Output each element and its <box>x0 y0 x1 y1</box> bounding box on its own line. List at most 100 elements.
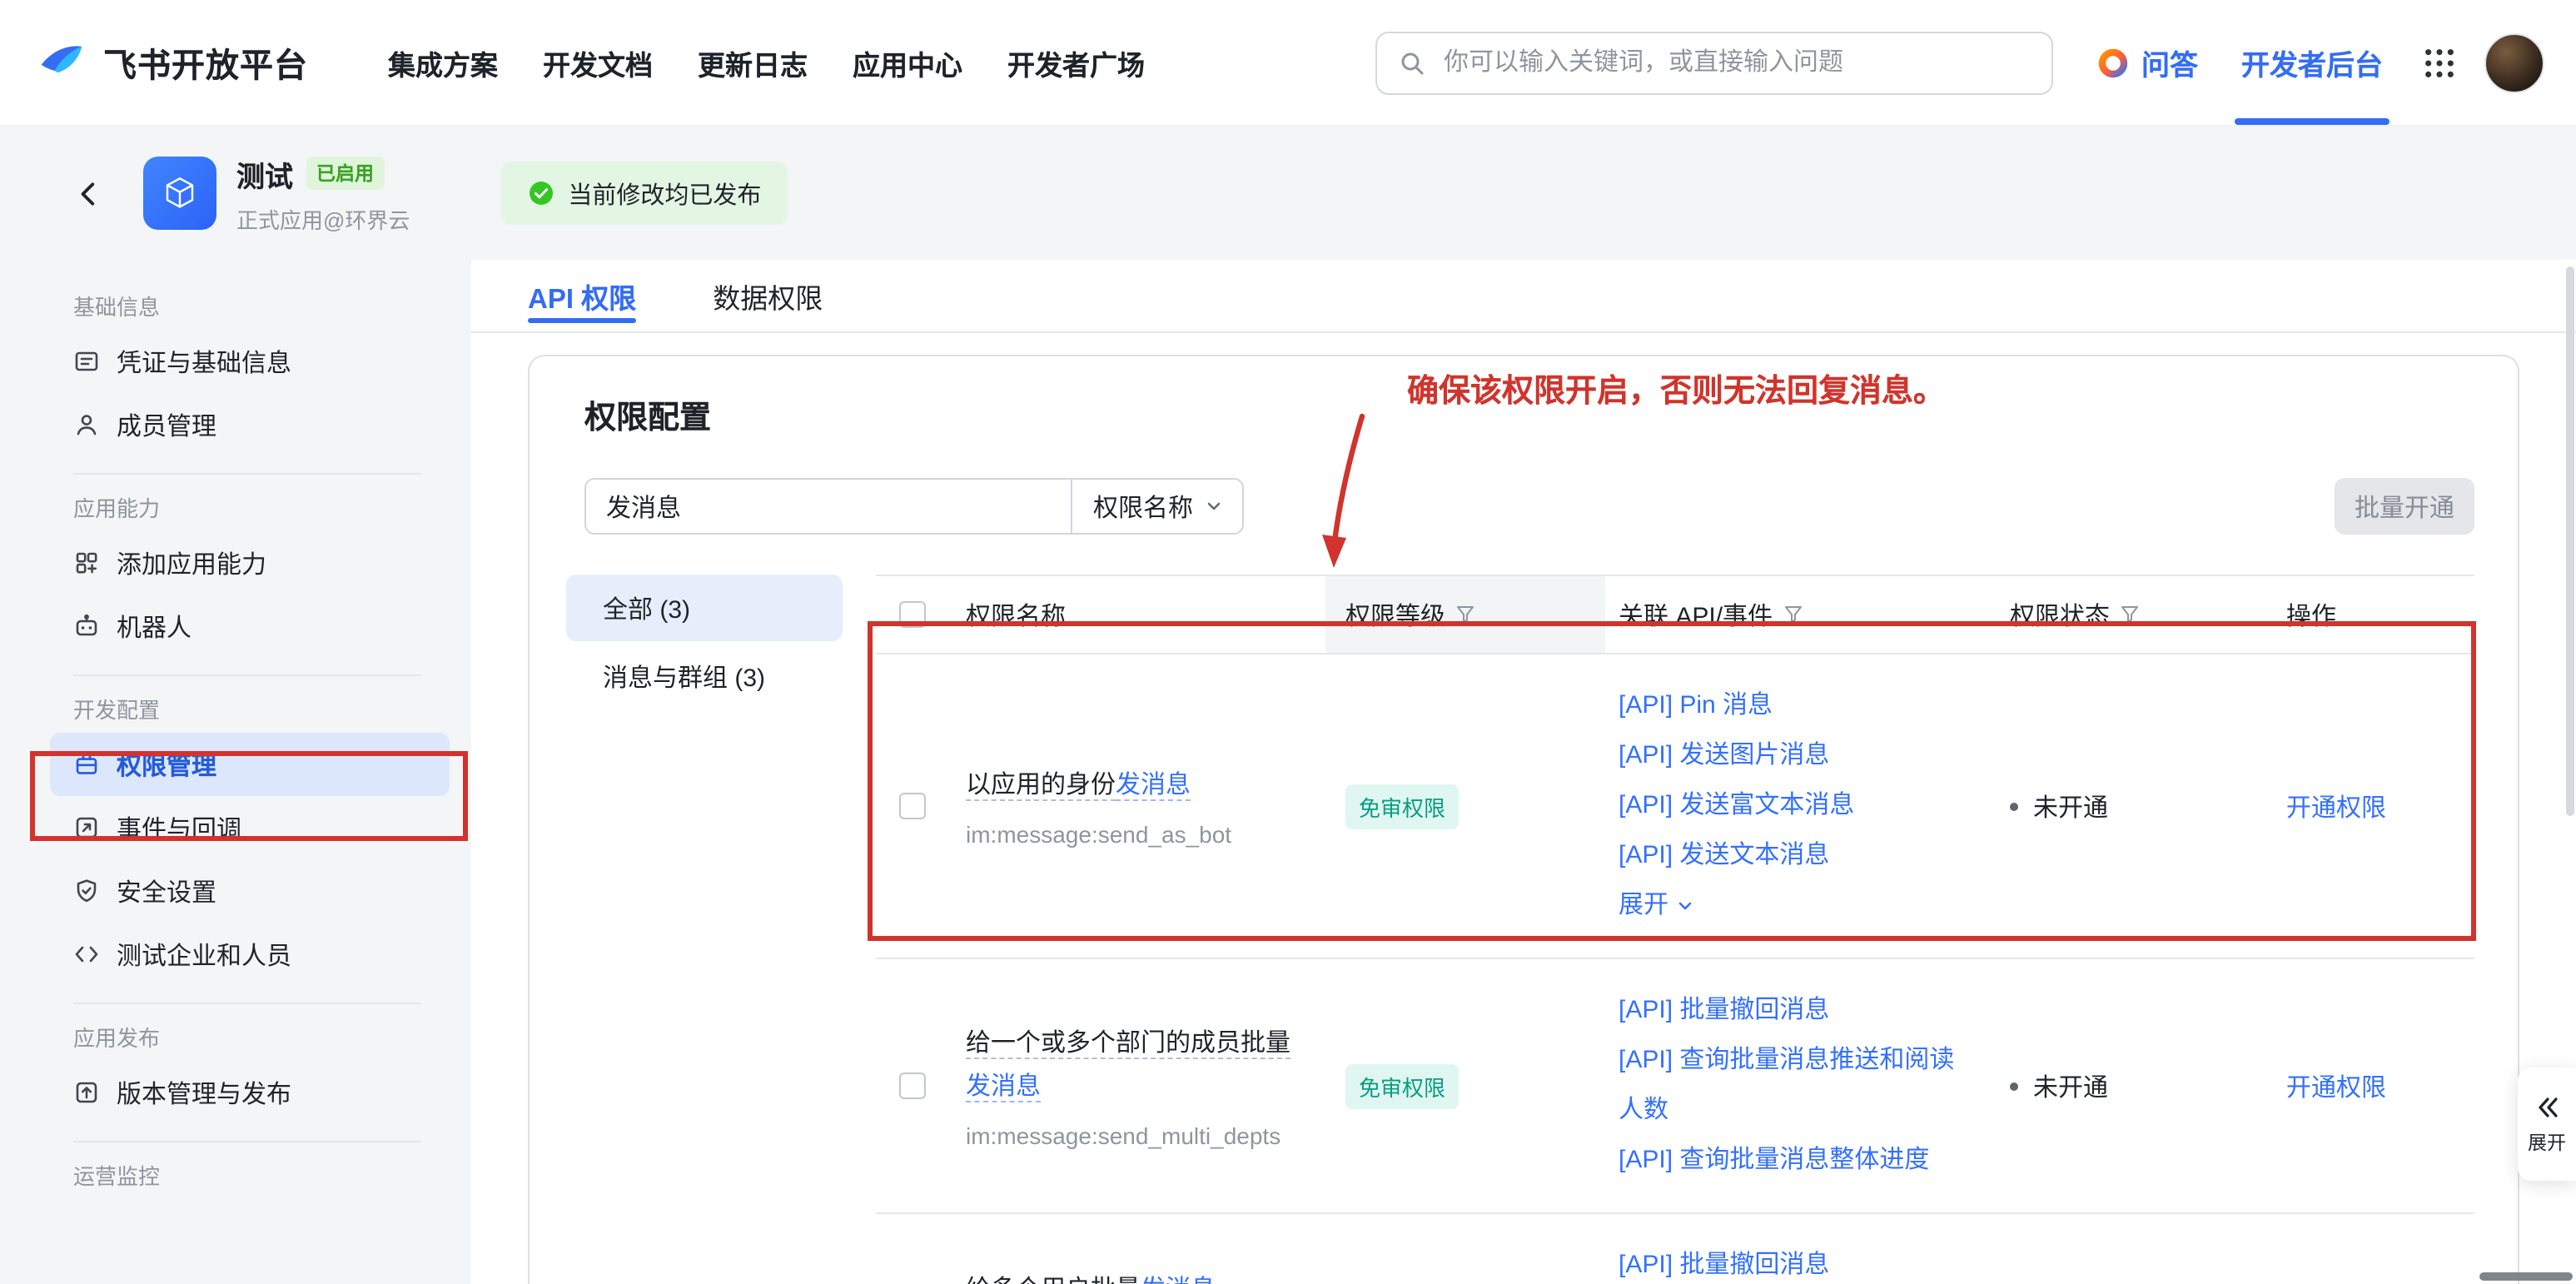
category-list: 全部 (3) 消息与群组 (3) <box>566 575 843 1284</box>
nav-item-docs[interactable]: 开发文档 <box>543 42 653 82</box>
category-message-group[interactable]: 消息与群组 (3) <box>566 643 843 709</box>
related-apis-cell: [API] Pin 消息 [API] 发送图片消息 [API] 发送富文本消息 … <box>1605 681 1997 931</box>
sidebar-item-security[interactable]: 安全设置 <box>50 859 450 923</box>
status-text: 未开通 <box>2033 789 2108 824</box>
enabled-status-badge: 已启用 <box>306 157 384 190</box>
double-chevron-left-icon <box>2534 1093 2560 1120</box>
sidebar-item-bot[interactable]: 机器人 <box>50 595 450 658</box>
permission-level-cell: 免审权限 <box>1325 784 1605 829</box>
horizontal-scrollbar[interactable] <box>2479 1272 2573 1281</box>
sidebar-item-events[interactable]: 事件与回调 <box>50 796 450 859</box>
sidebar-item-credentials[interactable]: 凭证与基础信息 <box>50 330 450 393</box>
column-header-action: 操作 <box>2266 576 2474 653</box>
qa-link[interactable]: 问答 <box>2096 42 2198 83</box>
status-dot <box>2010 1082 2018 1090</box>
sidebar-item-test-org[interactable]: 测试企业和人员 <box>50 923 450 986</box>
sidebar-item-label: 事件与回调 <box>117 810 241 845</box>
permission-search-input[interactable] <box>586 480 1071 533</box>
category-all[interactable]: 全部 (3) <box>566 575 843 641</box>
related-apis-cell: [API] 批量撤回消息 [API] 查询批量消息推送和阅读人数 [API] 查… <box>1605 986 1997 1186</box>
events-callback-icon <box>73 814 100 841</box>
app-name: 测试 <box>236 152 293 194</box>
sidebar-item-label: 测试企业和人员 <box>117 937 291 972</box>
top-navbar: 飞书开放平台 集成方案 开发文档 更新日志 应用中心 开发者广场 <box>0 0 2576 127</box>
batch-enable-button[interactable]: 批量开通 <box>2335 478 2474 535</box>
api-link[interactable]: [API] 查询批量消息整体进度 <box>1619 1136 1973 1186</box>
api-link[interactable]: [API] 发送文本消息 <box>1619 831 1973 881</box>
toolbar: 权限名称 批量开通 <box>584 478 2474 535</box>
search-field-select[interactable]: 权限名称 <box>1071 480 1242 533</box>
filter-icon[interactable] <box>2120 605 2140 625</box>
code-brackets-icon <box>73 941 100 968</box>
vertical-scrollbar[interactable] <box>2566 266 2574 816</box>
permission-name-link[interactable]: 发消息 <box>1116 771 1191 801</box>
permission-name-cell: 以应用的身份发消息 im:message:send_as_bot <box>946 764 1325 848</box>
permission-body: 全部 (3) 消息与群组 (3) 权限名称 权限等级 <box>566 575 2474 1284</box>
sidebar-divider <box>73 1003 421 1004</box>
row-checkbox[interactable] <box>899 1072 926 1099</box>
members-icon <box>73 411 100 438</box>
permission-name: 给多个用户批量 <box>966 1276 1141 1284</box>
developer-console-link[interactable]: 开发者后台 <box>2241 42 2383 83</box>
permission-search-combo: 权限名称 <box>584 478 1244 535</box>
bot-icon <box>73 613 100 640</box>
row-checkbox[interactable] <box>899 793 926 819</box>
api-link[interactable]: [API] 批量撤回消息 <box>1619 1241 1973 1284</box>
permission-status-cell: 未开通 <box>1997 789 2266 824</box>
main-content: API 权限 数据权限 权限配置 权限名称 批量开 <box>471 260 2576 1284</box>
qa-label: 问答 <box>2141 42 2198 83</box>
sidebar-item-permissions[interactable]: 权限管理 <box>50 733 450 796</box>
related-apis-cell: [API] 批量撤回消息 [API] 查询批量消息推送和阅读 <box>1605 1241 1997 1284</box>
back-button[interactable] <box>75 179 103 207</box>
tab-api-permissions[interactable]: API 权限 <box>528 276 636 331</box>
global-search[interactable] <box>1375 31 2053 94</box>
publish-up-icon <box>73 1079 100 1106</box>
permission-name-link[interactable]: 发消息 <box>1141 1276 1216 1284</box>
api-link[interactable]: [API] 发送富文本消息 <box>1619 781 1973 831</box>
expand-apis-link[interactable]: 展开 <box>1619 881 1973 931</box>
nav-item-app-center[interactable]: 应用中心 <box>853 42 962 82</box>
filter-icon[interactable] <box>1455 605 1475 625</box>
sidebar-section-monitoring: 运营监控 <box>50 1162 450 1192</box>
select-all-checkbox[interactable] <box>899 601 926 628</box>
sidebar-divider <box>73 1141 421 1142</box>
permission-name-cell: 给一个或多个部门的成员批量发消息 im:message:send_multi_d… <box>946 1023 1325 1149</box>
user-avatar[interactable] <box>2484 32 2544 92</box>
sidebar-item-members[interactable]: 成员管理 <box>50 393 450 456</box>
level-badge: 免审权限 <box>1345 1063 1459 1108</box>
api-link[interactable]: [API] Pin 消息 <box>1619 681 1973 731</box>
sidebar-item-version[interactable]: 版本管理与发布 <box>50 1061 450 1124</box>
tab-data-permissions[interactable]: 数据权限 <box>713 276 823 331</box>
sidebar-item-label: 版本管理与发布 <box>117 1075 291 1110</box>
permission-name-link[interactable]: 发消息 <box>966 1072 1041 1102</box>
permission-name-cell: 给多个用户批量发消息 <box>946 1269 1325 1284</box>
nav-item-changelog[interactable]: 更新日志 <box>698 42 808 82</box>
permission-code: im:message:send_multi_depts <box>966 1122 1299 1149</box>
api-link[interactable]: [API] 批量撤回消息 <box>1619 986 1973 1036</box>
enable-permission-link[interactable]: 开通权限 <box>2286 794 2386 822</box>
expand-panel-button[interactable]: 展开 <box>2518 1068 2576 1181</box>
api-link[interactable]: [API] 查询批量消息推送和阅读人数 <box>1619 1036 1973 1136</box>
app-header: 测试 已启用 正式应用@环界云 当前修改均已发布 <box>0 127 2576 260</box>
sidebar-item-add-capability[interactable]: 添加应用能力 <box>50 531 450 595</box>
app-subtitle: 正式应用@环界云 <box>236 202 410 234</box>
nav-item-integration[interactable]: 集成方案 <box>388 42 498 82</box>
feishu-logo-icon <box>37 37 87 87</box>
table-row: 给一个或多个部门的成员批量发消息 im:message:send_multi_d… <box>876 959 2474 1214</box>
brand[interactable]: 飞书开放平台 <box>37 37 308 87</box>
global-search-input[interactable] <box>1440 47 2030 78</box>
main-nav: 集成方案 开发文档 更新日志 应用中心 开发者广场 <box>388 42 1145 82</box>
publish-status-pill: 当前修改均已发布 <box>501 162 788 225</box>
filter-icon[interactable] <box>1783 605 1803 625</box>
table-row: 以应用的身份发消息 im:message:send_as_bot 免审权限 [A… <box>876 654 2474 959</box>
search-icon <box>1399 49 1425 76</box>
enable-permission-link[interactable]: 开通权限 <box>2286 1073 2386 1102</box>
nav-item-dev-square[interactable]: 开发者广场 <box>1007 42 1145 82</box>
qa-ring-icon <box>2096 46 2130 79</box>
api-link[interactable]: [API] 发送图片消息 <box>1619 731 1973 781</box>
permission-tabs: API 权限 数据权限 <box>471 260 2576 333</box>
add-capability-icon <box>73 550 100 576</box>
apps-grid-icon[interactable] <box>2423 46 2456 79</box>
permissions-icon <box>73 751 100 778</box>
expand-panel-label: 展开 <box>2528 1128 2566 1155</box>
